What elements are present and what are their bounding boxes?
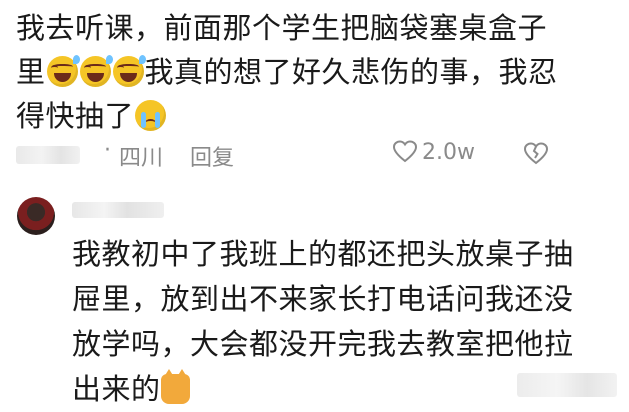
comment-first-line-1: 我去听课，前面那个学生把脑袋塞桌盒子 xyxy=(16,11,548,45)
blurred-username xyxy=(16,146,80,164)
blurred-username xyxy=(72,202,164,218)
comment-first-text: 我去听课，前面那个学生把脑袋塞桌盒子 里 我真的想了好久悲伤的事，我忍 得快抽了 xyxy=(16,6,616,138)
comment-second-line-3: 放学吗，大会都没开完我去教室把他拉 xyxy=(72,327,574,361)
heart-icon xyxy=(392,140,418,163)
dislike-button[interactable] xyxy=(523,142,549,172)
comment-second-line-1: 我教初中了我班上的都还把头放桌子抽 xyxy=(72,237,574,271)
like-button[interactable]: 2.0w xyxy=(392,140,475,165)
laughing-tears-icon xyxy=(112,55,146,87)
laughing-tears-icon xyxy=(79,55,113,87)
meta-separator: · xyxy=(104,138,111,163)
reply-button[interactable]: 回复 xyxy=(190,140,234,172)
like-count: 2.0w xyxy=(422,140,475,165)
comment-second: 我教初中了我班上的都还把头放桌子抽 屉里，放到出不来家长打电话问我还没 放学吗，… xyxy=(0,190,629,406)
comment-second-line-2: 屉里，放到出不来家长打电话问我还没 xyxy=(72,282,574,316)
comment-first-line-2: 里 我真的想了好久悲伤的事，我忍 xyxy=(16,50,616,94)
comment-first-meta: · 四川 回复 2.0w xyxy=(16,138,616,172)
comment-first-line-2-prefix: 里 xyxy=(16,55,46,89)
comment-first-line-2-suffix: 我真的想了好久悲伤的事，我忍 xyxy=(144,55,558,89)
laughing-tears-icon xyxy=(46,55,80,87)
broken-heart-icon xyxy=(523,142,549,165)
avatar[interactable] xyxy=(17,197,55,235)
comment-first-line-3-prefix: 得快抽了 xyxy=(16,99,135,133)
comment-first-line-3: 得快抽了 xyxy=(16,94,616,138)
comment-second-line-4-text: 出来的 xyxy=(72,372,161,406)
comment-first: 我去听课，前面那个学生把脑袋塞桌盒子 里 我真的想了好久悲伤的事，我忍 得快抽了 xyxy=(16,6,616,138)
blurred-watermark xyxy=(517,373,617,397)
crying-icon xyxy=(135,100,167,131)
location-label: 四川 xyxy=(119,146,164,171)
cat-icon xyxy=(160,369,190,404)
